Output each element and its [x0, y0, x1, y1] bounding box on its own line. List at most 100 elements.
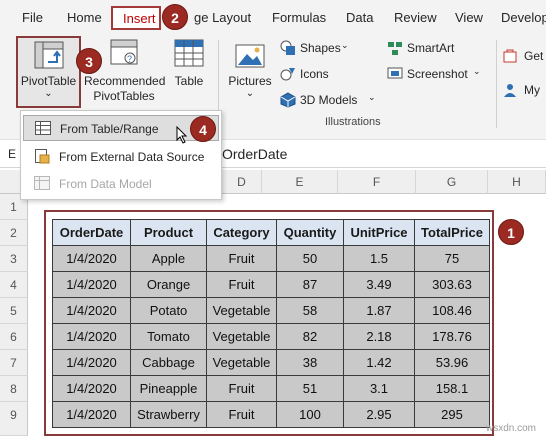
table-cell[interactable]: 1/4/2020 [52, 271, 131, 298]
table-cell[interactable]: Strawberry [130, 401, 207, 428]
table-cell[interactable]: 158.1 [414, 375, 490, 402]
table-cell[interactable]: 1/4/2020 [52, 245, 131, 272]
recommended-pivottables-button[interactable]: ? Recommended PivotTables [84, 36, 165, 108]
row-header-5[interactable]: 5 [0, 298, 28, 324]
table-cell[interactable]: 295 [414, 401, 490, 428]
column-header-h[interactable]: H [488, 170, 546, 194]
table-cell[interactable]: 303.63 [414, 271, 490, 298]
pivottable-button[interactable]: PivotTable ⌄ [16, 36, 81, 108]
screenshot-icon [387, 67, 403, 79]
menu-bar: File Home Insert ge Layout Formulas Data… [0, 0, 546, 36]
header-quantity[interactable]: Quantity [276, 219, 344, 246]
table-cell[interactable]: 87 [276, 271, 344, 298]
table-cell[interactable]: 75 [414, 245, 490, 272]
watermark: wsxdn.com [485, 423, 536, 434]
table-cell[interactable]: 1.87 [343, 297, 415, 324]
table-cell[interactable]: 178.76 [414, 323, 490, 350]
table-row: 1/4/2020 Pineapple Fruit 51 3.1 158.1 [52, 375, 490, 402]
column-header-g[interactable]: G [416, 170, 488, 194]
tab-insert[interactable]: Insert [111, 6, 161, 30]
3d-models-button[interactable]: 3D Models ⌄ [280, 92, 380, 110]
table-cell[interactable]: Orange [130, 271, 207, 298]
table-cell[interactable]: Vegetable [206, 323, 277, 350]
table-cell[interactable]: Tomato [130, 323, 207, 350]
row-header-8[interactable]: 8 [0, 376, 28, 402]
tab-home[interactable]: Home [67, 10, 102, 25]
chevron-down-icon: ⌄ [341, 40, 349, 50]
table-cell[interactable]: 1/4/2020 [52, 323, 131, 350]
row-header-4[interactable]: 4 [0, 272, 28, 298]
column-header-f[interactable]: F [338, 170, 416, 194]
table-cell[interactable]: 58 [276, 297, 344, 324]
recommended-label-line2: PivotTables [93, 89, 155, 103]
table-cell[interactable]: Cabbage [130, 349, 207, 376]
icons-button[interactable]: Icons [280, 66, 350, 84]
table-cell[interactable]: 1/4/2020 [52, 297, 131, 324]
name-box[interactable]: E [8, 147, 16, 161]
header-totalprice[interactable]: TotalPrice [414, 219, 490, 246]
table-cell[interactable]: Apple [130, 245, 207, 272]
table-cell[interactable]: Fruit [206, 271, 277, 298]
row-header-7[interactable]: 7 [0, 350, 28, 376]
table-cell[interactable]: 38 [276, 349, 344, 376]
person-icon [504, 84, 516, 97]
table-row: 1/4/2020 Strawberry Fruit 100 2.95 295 [52, 401, 490, 428]
menu-item-from-external-data-source[interactable]: From External Data Source [23, 144, 219, 170]
table-cell[interactable]: 1.5 [343, 245, 415, 272]
formula-input[interactable]: OrderDate [222, 146, 287, 162]
header-unitprice[interactable]: UnitPrice [343, 219, 415, 246]
header-orderdate[interactable]: OrderDate [52, 219, 131, 246]
table-cell[interactable]: Potato [130, 297, 207, 324]
table-cell[interactable]: 3.1 [343, 375, 415, 402]
external-data-icon [35, 149, 50, 164]
table-label: Table [174, 74, 204, 88]
table-cell[interactable]: 1/4/2020 [52, 401, 131, 428]
tab-review[interactable]: Review [394, 10, 437, 25]
table-cell[interactable]: 53.96 [414, 349, 490, 376]
row-header-2[interactable]: 2 [0, 220, 28, 246]
mouse-cursor-icon [176, 126, 188, 144]
get-addins-button[interactable]: Get [502, 48, 546, 66]
shapes-button[interactable]: Shapes ⌄ [280, 40, 360, 58]
table-cell[interactable]: 2.18 [343, 323, 415, 350]
tab-page-layout[interactable]: ge Layout [194, 10, 251, 25]
table-cell[interactable]: Fruit [206, 245, 277, 272]
tab-view[interactable]: View [455, 10, 483, 25]
table-cell[interactable]: 2.95 [343, 401, 415, 428]
table-row: 1/4/2020 Cabbage Vegetable 38 1.42 53.96 [52, 349, 490, 376]
column-header-d[interactable]: D [222, 170, 262, 194]
screenshot-button[interactable]: Screenshot ⌄ [387, 66, 482, 84]
table-cell[interactable]: 100 [276, 401, 344, 428]
row-header-3[interactable]: 3 [0, 246, 28, 272]
table-cell[interactable]: Fruit [206, 375, 277, 402]
pictures-button[interactable]: Pictures ⌄ [226, 36, 274, 108]
table-cell[interactable]: 3.49 [343, 271, 415, 298]
table-cell[interactable]: Fruit [206, 401, 277, 428]
smartart-button[interactable]: SmartArt [387, 40, 467, 58]
table-cell[interactable]: 51 [276, 375, 344, 402]
table-cell[interactable]: 82 [276, 323, 344, 350]
table-cell[interactable]: Pineapple [130, 375, 207, 402]
column-header-e[interactable]: E [262, 170, 338, 194]
icons-icon [280, 68, 295, 81]
header-category[interactable]: Category [206, 219, 277, 246]
chevron-down-icon: ⌄ [245, 88, 255, 99]
row-header-6[interactable]: 6 [0, 324, 28, 350]
tab-formulas[interactable]: Formulas [272, 10, 326, 25]
table-cell[interactable]: 1/4/2020 [52, 375, 131, 402]
table-button[interactable]: Table [168, 36, 210, 108]
my-addins-button[interactable]: My [502, 82, 546, 100]
row-header-9[interactable]: 9 [0, 402, 28, 436]
table-cell[interactable]: 1.42 [343, 349, 415, 376]
tab-data[interactable]: Data [346, 10, 373, 25]
tab-file[interactable]: File [22, 10, 43, 25]
table-cell[interactable]: 108.46 [414, 297, 490, 324]
header-product[interactable]: Product [130, 219, 207, 246]
data-model-icon [34, 176, 50, 190]
table-cell[interactable]: Vegetable [206, 297, 277, 324]
tab-developer[interactable]: Develop [501, 10, 546, 25]
pivottable-icon [34, 41, 64, 69]
table-cell[interactable]: 1/4/2020 [52, 349, 131, 376]
table-cell[interactable]: Vegetable [206, 349, 277, 376]
table-cell[interactable]: 50 [276, 245, 344, 272]
